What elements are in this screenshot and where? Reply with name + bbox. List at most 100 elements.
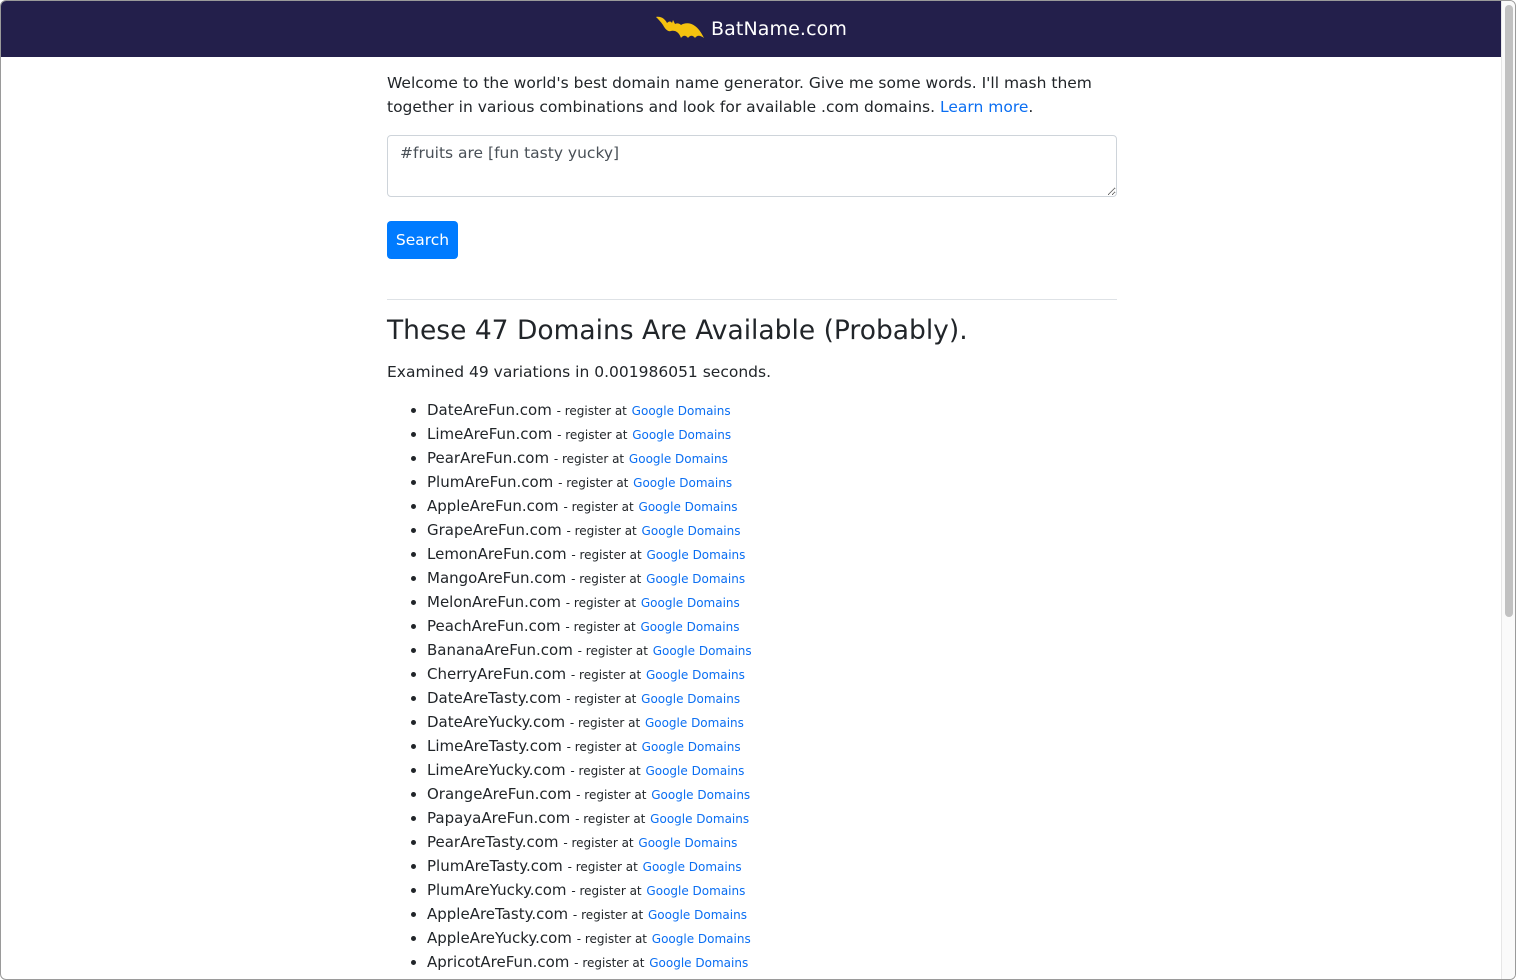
domain-name: PlumAreFun.com (427, 473, 554, 491)
domain-name: GrapeAreFun.com (427, 521, 562, 539)
domain-name: OrangeAreFun.com (427, 785, 572, 803)
register-label: - register at (563, 836, 634, 850)
top-navbar: BatName.com (1, 1, 1501, 57)
domain-name: DateAreYucky.com (427, 713, 566, 731)
results-heading: These 47 Domains Are Available (Probably… (387, 315, 968, 346)
domain-name: ApricotAreFun.com (427, 953, 570, 971)
domain-list-item: PlumAreYucky.com - register at Google Do… (427, 878, 1117, 902)
google-domains-link[interactable]: Google Domains (648, 908, 747, 922)
intro-trailing: . (1028, 98, 1034, 116)
register-label: - register at (576, 932, 647, 946)
google-domains-link[interactable]: Google Domains (633, 476, 732, 490)
register-label: - register at (571, 548, 642, 562)
domain-name: DateAreFun.com (427, 401, 552, 419)
google-domains-link[interactable]: Google Domains (639, 500, 738, 514)
domain-name: PapayaAreFun.com (427, 809, 571, 827)
register-label: - register at (566, 524, 637, 538)
domain-list-item: DateAreTasty.com - register at Google Do… (427, 686, 1117, 710)
google-domains-link[interactable]: Google Domains (650, 812, 749, 826)
google-domains-link[interactable]: Google Domains (645, 764, 744, 778)
domain-name: CherryAreFun.com (427, 665, 567, 683)
register-label: - register at (572, 908, 644, 922)
bat-icon (656, 16, 705, 38)
google-domains-link[interactable]: Google Domains (632, 428, 731, 442)
brand-link[interactable]: BatName.com (655, 14, 847, 44)
register-label: - register at (569, 716, 641, 730)
register-label: - register at (577, 644, 648, 658)
google-domains-link[interactable]: Google Domains (646, 548, 745, 562)
domain-name: AppleAreYucky.com (427, 929, 572, 947)
google-domains-link[interactable]: Google Domains (643, 860, 742, 874)
domain-list-item: LimeAreFun.com - register at Google Doma… (427, 422, 1117, 446)
page-scrollbar[interactable] (1501, 1, 1515, 979)
register-label: - register at (566, 740, 637, 754)
domain-list-item: LimeAreYucky.com - register at Google Do… (427, 758, 1117, 782)
domain-list-item: LimeAreTasty.com - register at Google Do… (427, 734, 1117, 758)
divider (387, 299, 1117, 300)
domain-list-item: PapayaAreFun.com - register at Google Do… (427, 806, 1117, 830)
register-label: - register at (553, 452, 625, 466)
register-label: - register at (565, 620, 636, 634)
google-domains-link[interactable]: Google Domains (642, 740, 741, 754)
google-domains-link[interactable]: Google Domains (641, 596, 740, 610)
domain-name: DateAreTasty.com (427, 689, 562, 707)
search-button[interactable]: Search (387, 221, 458, 259)
domain-name: AppleAreFun.com (427, 497, 559, 515)
domain-name: PeachAreFun.com (427, 617, 561, 635)
register-label: - register at (570, 764, 641, 778)
google-domains-link[interactable]: Google Domains (651, 788, 750, 802)
domain-list-item: MangoAreFun.com - register at Google Dom… (427, 566, 1117, 590)
scrollbar-thumb[interactable] (1505, 5, 1513, 617)
domain-list-item: MelonAreFun.com - register at Google Dom… (427, 590, 1117, 614)
register-label: - register at (576, 788, 647, 802)
domain-name: LimeAreYucky.com (427, 761, 566, 779)
register-label: - register at (557, 428, 628, 442)
register-label: - register at (570, 668, 642, 682)
google-domains-link[interactable]: Google Domains (641, 620, 740, 634)
register-label: - register at (574, 956, 645, 970)
domain-list-item: LemonAreFun.com - register at Google Dom… (427, 542, 1117, 566)
search-query-textarea[interactable] (387, 135, 1117, 197)
domain-list-item: PearAreFun.com - register at Google Doma… (427, 446, 1117, 470)
google-domains-link[interactable]: Google Domains (645, 716, 744, 730)
google-domains-link[interactable]: Google Domains (646, 884, 745, 898)
domain-list-item: GrapeAreFun.com - register at Google Dom… (427, 518, 1117, 542)
domain-list-item: PlumAreFun.com - register at Google Doma… (427, 470, 1117, 494)
brand-name: BatName.com (711, 18, 847, 40)
google-domains-link[interactable]: Google Domains (632, 404, 731, 418)
domain-list-item: PearAreTasty.com - register at Google Do… (427, 830, 1117, 854)
learn-more-link[interactable]: Learn more (940, 98, 1028, 116)
browser-viewport: BatName.com Welcome to the world's best … (0, 0, 1516, 980)
intro-paragraph: Welcome to the world's best domain name … (387, 71, 1117, 119)
register-label: - register at (567, 860, 638, 874)
domain-name: LemonAreFun.com (427, 545, 567, 563)
google-domains-link[interactable]: Google Domains (642, 524, 741, 538)
domain-results-list: DateAreFun.com - register at Google Doma… (387, 398, 1117, 974)
main-content: Welcome to the world's best domain name … (387, 71, 1117, 974)
google-domains-link[interactable]: Google Domains (638, 836, 737, 850)
google-domains-link[interactable]: Google Domains (653, 644, 752, 658)
google-domains-link[interactable]: Google Domains (646, 668, 745, 682)
domain-list-item: CherryAreFun.com - register at Google Do… (427, 662, 1117, 686)
domain-list-item: DateAreYucky.com - register at Google Do… (427, 710, 1117, 734)
domain-list-item: OrangeAreFun.com - register at Google Do… (427, 782, 1117, 806)
google-domains-link[interactable]: Google Domains (646, 572, 745, 586)
domain-list-item: DateAreFun.com - register at Google Doma… (427, 398, 1117, 422)
domain-name: PearAreFun.com (427, 449, 550, 467)
domain-name: LimeAreTasty.com (427, 737, 562, 755)
domain-name: AppleAreTasty.com (427, 905, 569, 923)
domain-list-item: BananaAreFun.com - register at Google Do… (427, 638, 1117, 662)
google-domains-link[interactable]: Google Domains (652, 932, 751, 946)
register-label: - register at (575, 812, 646, 826)
register-label: - register at (571, 572, 642, 586)
google-domains-link[interactable]: Google Domains (629, 452, 728, 466)
register-label: - register at (565, 596, 637, 610)
results-stats: Examined 49 variations in 0.001986051 se… (387, 363, 771, 381)
domain-list-item: PeachAreFun.com - register at Google Dom… (427, 614, 1117, 638)
google-domains-link[interactable]: Google Domains (641, 692, 740, 706)
domain-name: PearAreTasty.com (427, 833, 559, 851)
domain-list-item: AppleAreTasty.com - register at Google D… (427, 902, 1117, 926)
domain-name: MelonAreFun.com (427, 593, 561, 611)
google-domains-link[interactable]: Google Domains (649, 956, 748, 970)
domain-name: LimeAreFun.com (427, 425, 553, 443)
